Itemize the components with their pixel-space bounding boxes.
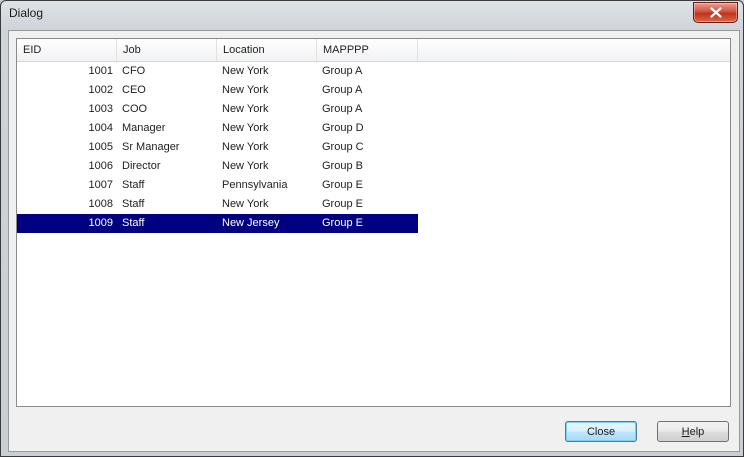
cell-mapppp: Group E: [322, 179, 363, 191]
cell-eid: 1005: [88, 141, 113, 153]
cell-location: New York: [222, 65, 269, 77]
table-row[interactable]: 1002 CEO New York Group A: [17, 81, 418, 100]
cell-location: New York: [222, 122, 269, 134]
close-button[interactable]: Close: [565, 421, 637, 442]
column-header-location[interactable]: Location: [217, 39, 317, 61]
help-button[interactable]: Help: [657, 421, 729, 442]
cell-eid: 1009: [88, 217, 113, 229]
help-button-label: Help: [682, 426, 705, 438]
cell-location: New Jersey: [222, 217, 280, 229]
close-button-label: Close: [586, 425, 616, 438]
title-bar[interactable]: Dialog: [1, 1, 743, 29]
table-row[interactable]: 1007 Staff Pennsylvania Group E: [17, 176, 418, 195]
cell-eid: 1007: [88, 179, 113, 191]
cell-mapppp: Group A: [322, 84, 363, 96]
help-button-label-rest: elp: [689, 425, 705, 438]
dialog-client-area: EID Job Location MAPPPP 1001 CFO New York G…: [8, 30, 740, 452]
table-row[interactable]: 1004 Manager New York Group D: [17, 119, 418, 138]
table-row[interactable]: 1001 CFO New York Group A: [17, 62, 418, 81]
cell-job: COO: [122, 103, 148, 115]
cell-job: Staff: [122, 179, 145, 191]
cell-location: New York: [222, 141, 269, 153]
table-row[interactable]: 1006 Director New York Group B: [17, 157, 418, 176]
cell-mapppp: Group E: [322, 217, 363, 229]
close-x-icon: [709, 7, 722, 18]
cell-job: CFO: [122, 65, 146, 77]
list-rows: 1001 CFO New York Group A 1002 CEO New York Gro…: [17, 62, 730, 233]
cell-job: Staff: [122, 217, 145, 229]
table-row[interactable]: 1003 COO New York Group A: [17, 100, 418, 119]
cell-mapppp: Group A: [322, 103, 363, 115]
cell-eid: 1001: [88, 65, 113, 77]
cell-mapppp: Group D: [322, 122, 364, 134]
cell-eid: 1003: [88, 103, 113, 115]
cell-location: New York: [222, 160, 269, 172]
employee-list-view[interactable]: EID Job Location MAPPPP 1001 CFO New York G…: [16, 38, 731, 407]
cell-job: CEO: [122, 84, 146, 96]
column-header-job[interactable]: Job: [117, 39, 217, 61]
cell-mapppp: Group C: [322, 141, 364, 153]
column-header-mapppp[interactable]: MAPPPP: [317, 39, 418, 61]
cell-eid: 1004: [88, 122, 113, 134]
cell-job: Manager: [122, 122, 166, 134]
cell-eid: 1008: [88, 198, 113, 210]
window-title: Dialog: [9, 6, 44, 20]
table-row[interactable]: 1005 Sr Manager New York Group C: [17, 138, 418, 157]
list-header: EID Job Location MAPPPP: [17, 39, 730, 62]
cell-eid: 1006: [88, 160, 113, 172]
cell-eid: 1002: [88, 84, 113, 96]
column-header-eid[interactable]: EID: [17, 39, 117, 61]
help-button-mnemonic: H: [681, 425, 690, 438]
cell-job: Director: [122, 160, 161, 172]
cell-location: New York: [222, 103, 269, 115]
cell-job: Staff: [122, 198, 145, 210]
cell-location: Pennsylvania: [222, 179, 288, 191]
cell-mapppp: Group B: [322, 160, 363, 172]
cell-job: Sr Manager: [122, 141, 180, 153]
table-row[interactable]: 1009 Staff New Jersey Group E: [17, 214, 418, 233]
cell-mapppp: Group A: [322, 65, 363, 77]
window-close-button[interactable]: [693, 2, 738, 23]
dialog-window: Dialog EID Job Location MAPPPP 1001 CFO Ne…: [0, 0, 744, 457]
table-row[interactable]: 1008 Staff New York Group E: [17, 195, 418, 214]
cell-location: New York: [222, 84, 269, 96]
cell-mapppp: Group E: [322, 198, 363, 210]
cell-location: New York: [222, 198, 269, 210]
